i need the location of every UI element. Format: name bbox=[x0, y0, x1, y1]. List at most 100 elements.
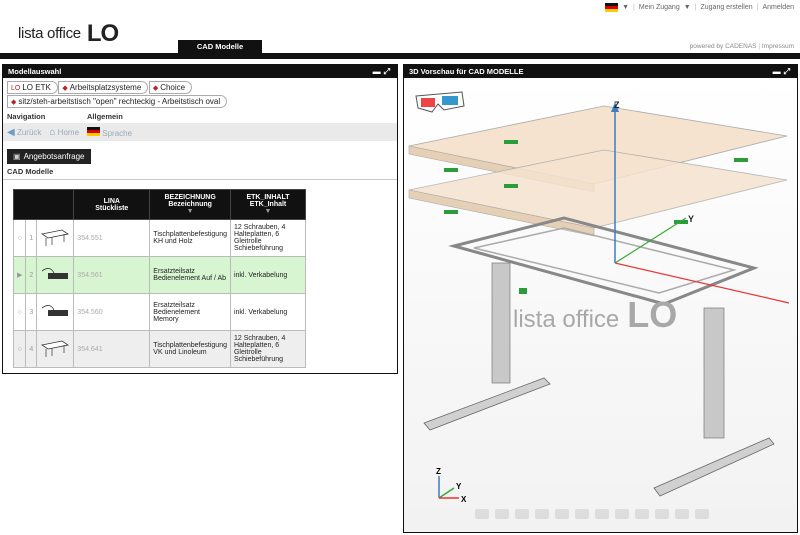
separator: | bbox=[694, 4, 697, 11]
panel-title: 3D Vorschau für CAD MODELLE bbox=[409, 67, 524, 76]
table-row[interactable]: ▶ 2 354.561 Ersatzteilsatz Bedienelement… bbox=[12, 256, 306, 294]
minimize-icon[interactable]: ▬ bbox=[373, 67, 384, 76]
lo-icon: LO bbox=[11, 85, 21, 92]
header-line: ETK_Inhalt bbox=[249, 201, 287, 208]
separator: | bbox=[756, 4, 759, 11]
row-number: 1 bbox=[25, 219, 38, 257]
german-flag-icon[interactable] bbox=[605, 3, 619, 12]
panel-title: Modellauswahl bbox=[8, 67, 62, 76]
col-header-etk-inhalt[interactable]: ETK_INHALT ETK_Inhalt ▼ bbox=[229, 189, 306, 220]
panel-header: 3D Vorschau für CAD MODELLE ▬⤢ bbox=[404, 65, 797, 78]
modellauswahl-panel: Modellauswahl ▬⤢ LO LO ETK ◆ Arbeitsplatzs… bbox=[2, 64, 398, 374]
header-line: ETK_INHALT bbox=[246, 194, 290, 201]
view-icon[interactable] bbox=[635, 509, 649, 519]
language-button[interactable]: Sprache bbox=[87, 126, 132, 138]
row-bezeichnung: Ersatzteilsatz Bedienelement Memory bbox=[149, 293, 231, 331]
row-etk-inhalt: 12 Schrauben, 4 Halteplatten, 6 Gleitrol… bbox=[229, 330, 306, 368]
breadcrumb-choice[interactable]: ◆ Choice bbox=[148, 81, 193, 94]
zugang-erstellen-link[interactable]: Zugang erstellen bbox=[700, 4, 752, 11]
table-header-blank bbox=[12, 189, 75, 220]
row-lina: 354.551 bbox=[73, 219, 151, 257]
anmelden-link[interactable]: Anmelden bbox=[762, 4, 794, 11]
row-bezeichnung: Ersatzteilsatz Bedienelement Auf / Ab bbox=[149, 256, 231, 294]
view-icon[interactable] bbox=[575, 509, 589, 519]
panel-header: Modellauswahl ▬⤢ bbox=[3, 65, 397, 78]
row-number: 2 bbox=[25, 256, 38, 294]
view-icon[interactable] bbox=[675, 509, 689, 519]
header-line: Stückliste bbox=[95, 204, 129, 212]
row-etk-inhalt: 12 Schrauben, 4 Halteplatten, 6 Gleitrol… bbox=[229, 219, 306, 257]
german-flag-icon bbox=[87, 126, 101, 136]
watermark-text: lista office bbox=[513, 306, 620, 333]
separator: | bbox=[633, 4, 635, 11]
chevron-down-icon[interactable]: ▼ bbox=[684, 4, 691, 11]
navigation-label: Navigation bbox=[7, 112, 46, 121]
header-line: Bezeichnung bbox=[168, 201, 212, 208]
row-selected-indicator[interactable]: ▶ bbox=[12, 256, 27, 294]
row-bezeichnung: Tischplattenbefestigung KH und Holz bbox=[149, 219, 231, 257]
panel-controls: ▬⤢ bbox=[773, 65, 793, 78]
allgemein-label: Allgemein bbox=[87, 112, 123, 121]
top-links: ▼ | Mein Zugang ▼ | Zugang erstellen | A… bbox=[605, 3, 794, 12]
breadcrumb-label: Choice bbox=[160, 83, 186, 92]
orientation-gizmo: Z Y X bbox=[436, 467, 467, 504]
breadcrumb-current[interactable]: ◆ sitz/steh-arbeitstisch "open" rechtecki… bbox=[7, 95, 228, 108]
folder-icon: ◆ bbox=[62, 85, 68, 92]
tab-cad-modelle[interactable]: CAD Modelle bbox=[178, 40, 262, 53]
row-thumbnail bbox=[36, 219, 75, 257]
row-lina: 354.641 bbox=[73, 330, 151, 368]
back-button[interactable]: ◀ Zurück bbox=[7, 127, 41, 138]
row-etk-inhalt: inkl. Verkabelung bbox=[229, 256, 306, 294]
view-icon[interactable] bbox=[615, 509, 629, 519]
mein-zugang-link[interactable]: Mein Zugang bbox=[639, 4, 680, 11]
row-thumbnail bbox=[36, 330, 75, 368]
col-header-lina[interactable]: LINA Stückliste bbox=[73, 189, 151, 220]
view-icon[interactable] bbox=[495, 509, 509, 519]
maximize-icon[interactable]: ⤢ bbox=[784, 67, 793, 76]
table-row[interactable]: ○ 4 354.641 Tischplattenbefestigung VK u… bbox=[12, 330, 306, 368]
view-icon[interactable] bbox=[535, 509, 549, 519]
table-row[interactable]: ○ 1 354.551 Tischplattenbefestigung KH u… bbox=[12, 219, 306, 257]
row-lina: 354.560 bbox=[73, 293, 151, 331]
breadcrumb-lo-etk[interactable]: LO LO ETK bbox=[7, 81, 58, 94]
row-thumbnail bbox=[36, 256, 75, 294]
row-radio[interactable]: ○ bbox=[12, 219, 27, 257]
breadcrumb-label: Arbeitsplatzsysteme bbox=[69, 83, 142, 92]
separator: | bbox=[758, 43, 761, 50]
angebot-label: Angebotsanfrage bbox=[23, 152, 85, 161]
col-header-bezeichnung[interactable]: BEZEICHNUNG Bezeichnung ▼ bbox=[149, 189, 231, 220]
filter-icon[interactable]: ▼ bbox=[231, 208, 305, 215]
header-line: LINA bbox=[103, 197, 120, 205]
chevron-down-icon[interactable]: ▼ bbox=[622, 4, 629, 11]
gizmo-x-label: X bbox=[461, 495, 467, 504]
view-icon[interactable] bbox=[515, 509, 529, 519]
panel-controls: ▬⤢ bbox=[373, 65, 393, 78]
gizmo-z-label: Z bbox=[436, 467, 441, 476]
breadcrumb-arbeitsplatzsysteme[interactable]: ◆ Arbeitsplatzsysteme bbox=[58, 81, 149, 94]
minimize-icon[interactable]: ▬ bbox=[773, 67, 784, 76]
gizmo-y-label: Y bbox=[456, 482, 462, 491]
angebotsanfrage-button[interactable]: ▣ Angebotsanfrage bbox=[7, 149, 91, 164]
home-button[interactable]: ⌂ Home bbox=[49, 127, 79, 138]
view-icon[interactable] bbox=[475, 509, 489, 519]
breadcrumb-label: LO ETK bbox=[22, 83, 51, 92]
view-icon[interactable] bbox=[595, 509, 609, 519]
view-icon[interactable] bbox=[695, 509, 709, 519]
3d-glasses-icon[interactable] bbox=[415, 91, 465, 113]
table-header-row: LINA Stückliste BEZEICHNUNG Bezeichnung ▼ E… bbox=[12, 189, 306, 220]
watermark-mark: LO bbox=[627, 294, 678, 335]
main-navbar: CAD Modelle powered by CADENAS | Impress… bbox=[0, 40, 800, 53]
row-radio[interactable]: ○ bbox=[12, 293, 27, 331]
view-icon[interactable] bbox=[555, 509, 569, 519]
view-icon[interactable] bbox=[655, 509, 669, 519]
axis-z-label: Z bbox=[614, 100, 620, 110]
impressum-link[interactable]: Impressum bbox=[762, 43, 794, 50]
maximize-icon[interactable]: ⤢ bbox=[384, 67, 393, 76]
table-row[interactable]: ○ 3 354.560 Ersatzteilsatz Bedienelement… bbox=[12, 293, 306, 331]
breadcrumb-label: sitz/steh-arbeitstisch "open" rechteckig… bbox=[18, 97, 221, 106]
back-arrow-icon: ◀ bbox=[7, 126, 15, 138]
row-etk-inhalt: inkl. Verkabelung bbox=[229, 293, 306, 331]
folder-icon: ◆ bbox=[11, 99, 17, 106]
filter-icon[interactable]: ▼ bbox=[150, 208, 230, 215]
row-radio[interactable]: ○ bbox=[12, 330, 27, 368]
